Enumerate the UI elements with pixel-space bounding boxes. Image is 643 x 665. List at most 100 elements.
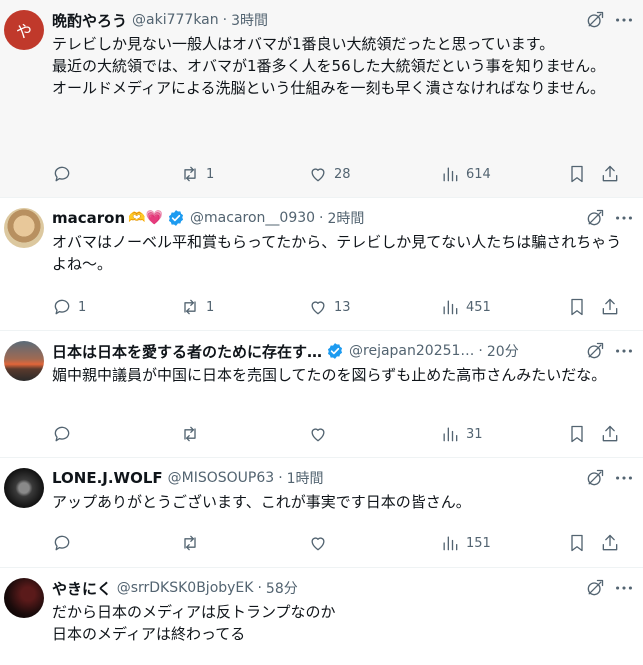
share-button[interactable]	[600, 164, 620, 184]
post[interactable]: やきにく @srrDKSK0BjobyEK · 58分 だから日本のメディアは反…	[0, 568, 643, 664]
like-icon	[311, 168, 325, 182]
post-text: テレビしか見ない一般人はオバマが1番良い大統領だったと思っています。 最近の大統…	[52, 35, 606, 97]
views-icon	[443, 536, 458, 551]
post-text: 媚中親中議員が中国に日本を売国してたのを図らずも止めた高市さんみたいだな。	[52, 366, 607, 384]
share-icon	[602, 165, 618, 182]
display-name[interactable]: LONE.J.WOLF	[52, 469, 163, 487]
views-icon	[443, 167, 458, 182]
post-header: macaron 🫶💗 @macaron__0930 · 2時間	[52, 207, 583, 229]
share-button[interactable]	[600, 297, 620, 317]
more-icon[interactable]	[613, 577, 635, 599]
grok-icon[interactable]	[585, 468, 605, 488]
like-icon	[311, 301, 325, 315]
like-button[interactable]: 28	[308, 164, 351, 184]
action-bar: 31	[52, 422, 627, 446]
display-name[interactable]: やきにく	[52, 578, 112, 599]
bookmark-button[interactable]	[567, 533, 587, 553]
view-count: 151	[466, 535, 491, 551]
bookmark-button[interactable]	[567, 297, 587, 317]
reply-button[interactable]	[52, 533, 78, 553]
reply-button[interactable]	[52, 164, 78, 184]
like-icon	[311, 537, 325, 551]
action-bar: 1 28 614	[52, 162, 627, 186]
repost-button[interactable]	[180, 533, 206, 553]
grok-icon[interactable]	[585, 208, 605, 228]
bookmark-button[interactable]	[567, 164, 587, 184]
grok-icon[interactable]	[585, 341, 605, 361]
reply-icon	[54, 299, 70, 315]
grok-icon[interactable]	[585, 578, 605, 598]
bookmark-icon	[571, 298, 583, 316]
view-count: 614	[466, 166, 491, 182]
post[interactable]: macaron 🫶💗 @macaron__0930 · 2時間 オバマはノーベル…	[0, 198, 643, 331]
post-header: LONE.J.WOLF @MISOSOUP63 · 1時間	[52, 467, 583, 489]
post-header: 晩酌やろう @aki777kan · 3時間	[52, 9, 583, 31]
view-count: 31	[466, 426, 483, 442]
handle[interactable]: @srrDKSK0BjobyEK	[117, 580, 254, 596]
verified-badge-icon[interactable]	[167, 209, 185, 227]
bookmark-icon	[571, 165, 583, 183]
reply-icon	[54, 535, 70, 551]
avatar[interactable]: や	[4, 10, 44, 50]
name-emoji: 🫶💗	[128, 210, 164, 226]
post-text: オバマはノーベル平和賞もらってたから、テレビしか見てない人たちは騙されちゃうよね…	[52, 233, 622, 273]
more-icon[interactable]	[613, 207, 635, 229]
reply-count: 1	[78, 299, 87, 315]
post[interactable]: 日本は日本を愛する者のために存在す… @rejapan20251… · 20分 …	[0, 331, 643, 458]
avatar[interactable]	[4, 341, 44, 381]
handle[interactable]: @macaron__0930	[190, 210, 315, 226]
reply-button[interactable]	[52, 424, 78, 444]
repost-count: 1	[206, 299, 215, 315]
like-button[interactable]	[308, 424, 334, 444]
avatar[interactable]	[4, 468, 44, 508]
separator-dot: ·	[257, 580, 262, 596]
action-bar: 151	[52, 531, 627, 555]
bookmark-button[interactable]	[567, 424, 587, 444]
views-icon	[443, 300, 458, 315]
views-button[interactable]: 31	[440, 424, 483, 444]
timestamp[interactable]: 58分	[266, 578, 298, 598]
display-name[interactable]: 晩酌やろう	[52, 10, 127, 31]
share-icon	[602, 298, 618, 315]
like-button[interactable]	[308, 533, 334, 553]
share-button[interactable]	[600, 424, 620, 444]
more-icon[interactable]	[613, 9, 635, 31]
handle[interactable]: @rejapan20251…	[349, 343, 474, 359]
display-name[interactable]: macaron	[52, 209, 125, 227]
action-bar: 1 1 13 451	[52, 295, 627, 319]
timestamp[interactable]: 3時間	[231, 10, 268, 30]
handle[interactable]: @aki777kan	[132, 12, 219, 28]
repost-button[interactable]: 1	[180, 164, 214, 184]
more-icon[interactable]	[613, 467, 635, 489]
timestamp[interactable]: 20分	[487, 341, 519, 361]
reply-button[interactable]: 1	[52, 297, 86, 317]
separator-dot: ·	[319, 210, 324, 226]
verified-badge-icon[interactable]	[326, 342, 344, 360]
repost-button[interactable]	[180, 424, 206, 444]
post[interactable]: LONE.J.WOLF @MISOSOUP63 · 1時間 アップありがとうござ…	[0, 458, 643, 568]
like-button[interactable]: 13	[308, 297, 351, 317]
like-count: 28	[334, 166, 351, 182]
more-icon[interactable]	[613, 340, 635, 362]
post[interactable]: や 晩酌やろう @aki777kan · 3時間 テレビしか見ない一般人はオバマ…	[0, 0, 643, 198]
bookmark-icon	[571, 425, 583, 443]
like-icon	[311, 428, 325, 442]
avatar[interactable]	[4, 578, 44, 618]
repost-icon	[184, 535, 196, 551]
grok-icon[interactable]	[585, 10, 605, 30]
share-button[interactable]	[600, 533, 620, 553]
views-button[interactable]: 451	[440, 297, 491, 317]
handle[interactable]: @MISOSOUP63	[168, 470, 275, 486]
views-button[interactable]: 151	[440, 533, 491, 553]
view-count: 451	[466, 299, 491, 315]
post-text: アップありがとうございます、これが事実です日本の皆さん。	[52, 493, 471, 511]
timestamp[interactable]: 2時間	[328, 208, 365, 228]
views-button[interactable]: 614	[440, 164, 491, 184]
repost-button[interactable]: 1	[180, 297, 214, 317]
post-header: 日本は日本を愛する者のために存在す… @rejapan20251… · 20分	[52, 340, 583, 362]
timestamp[interactable]: 1時間	[287, 468, 324, 488]
avatar[interactable]	[4, 208, 44, 248]
display-name[interactable]: 日本は日本を愛する者のために存在す…	[52, 341, 322, 362]
reply-icon	[54, 166, 70, 182]
repost-icon	[184, 166, 196, 182]
